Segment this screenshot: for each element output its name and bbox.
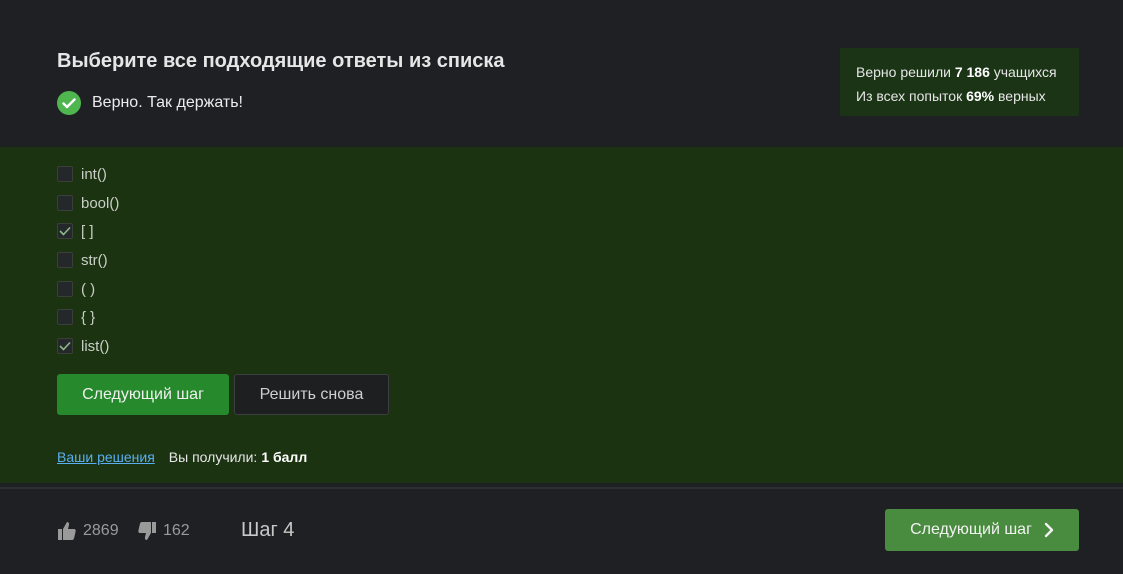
option-item[interactable]: ( )	[57, 279, 95, 299]
option-label: str()	[81, 251, 108, 269]
question-header: Выберите все подходящие ответы из списка…	[0, 0, 1123, 147]
option-item[interactable]: [ ]	[57, 221, 94, 241]
solutions-link[interactable]: Ваши решения	[57, 449, 155, 465]
option-label: bool()	[81, 194, 120, 212]
option-item[interactable]: { }	[57, 307, 95, 327]
retry-button[interactable]: Решить снова	[234, 374, 389, 415]
option-label: list()	[81, 337, 110, 355]
verdict-text: Верно. Так держать!	[92, 94, 243, 111]
correct-percent: 69%	[966, 88, 995, 104]
check-circle-icon	[57, 91, 81, 115]
footer-next-step-button[interactable]: Следующий шаг	[885, 509, 1079, 551]
checkbox[interactable]	[57, 252, 73, 268]
option-label: [ ]	[81, 222, 94, 240]
thumbs-up-icon	[58, 522, 76, 540]
like-button[interactable]: 2869	[57, 520, 119, 542]
checkbox[interactable]	[57, 309, 73, 325]
checkmark-icon	[59, 226, 71, 236]
stats-percent: Из всех попыток 69% верных	[856, 88, 1046, 104]
question-title: Выберите все подходящие ответы из списка	[57, 50, 505, 72]
thumbs-down-icon	[138, 522, 156, 540]
stats-box: Верно решили 7 186 учащихся Из всех попы…	[840, 48, 1079, 116]
checkmark-icon	[59, 341, 71, 351]
verdict: Верно. Так держать!	[57, 91, 243, 115]
checkbox[interactable]	[57, 166, 73, 182]
answer-area	[0, 147, 1123, 483]
checkbox[interactable]	[57, 281, 73, 297]
score-value: 1 балл	[261, 449, 308, 465]
checkbox[interactable]	[57, 195, 73, 211]
option-item[interactable]: int()	[57, 164, 107, 184]
dislike-button[interactable]: 162	[137, 520, 190, 542]
option-item[interactable]: list()	[57, 336, 109, 356]
like-count: 2869	[83, 522, 119, 539]
score: Вы получили: 1 балл	[168, 449, 308, 465]
footer-next-label: Следующий шаг	[910, 521, 1032, 538]
option-item[interactable]: str()	[57, 250, 108, 270]
stats-solved: Верно решили 7 186 учащихся	[856, 64, 1057, 80]
solved-count: 7 186	[954, 64, 990, 80]
next-step-button[interactable]: Следующий шаг	[57, 374, 229, 415]
result-row: Ваши решения Вы получили: 1 балл	[57, 448, 307, 466]
dislike-count: 162	[163, 522, 190, 539]
checkbox-checked[interactable]	[57, 338, 73, 354]
option-label: { }	[81, 308, 96, 326]
option-label: int()	[81, 165, 107, 183]
step-label: Шаг 4	[241, 519, 295, 541]
option-item[interactable]: bool()	[57, 193, 119, 213]
checkbox-checked[interactable]	[57, 223, 73, 239]
chevron-right-icon	[1044, 522, 1054, 538]
option-label: ( )	[81, 280, 96, 298]
footer: 2869 162 Шаг 4 Следующий шаг	[0, 489, 1123, 574]
